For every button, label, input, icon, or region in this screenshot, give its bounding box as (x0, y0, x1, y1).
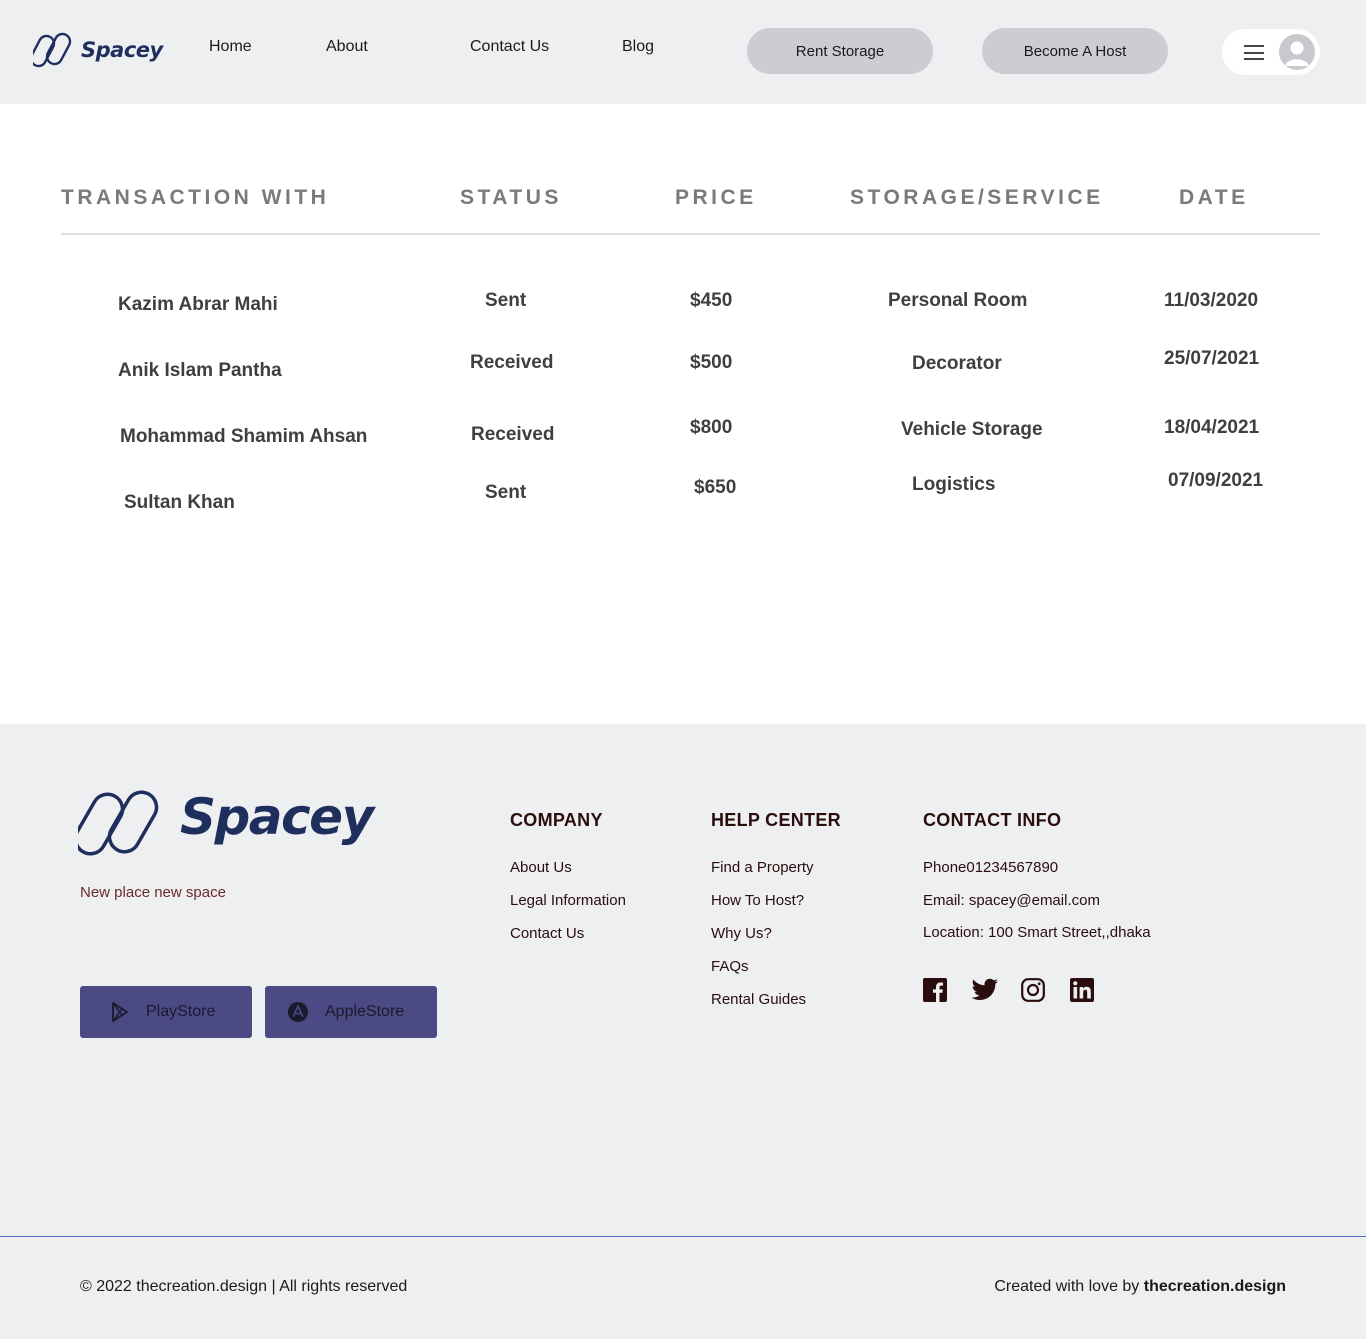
playstore-button[interactable]: PlayStore (80, 986, 252, 1038)
user-menu-button[interactable] (1222, 29, 1320, 75)
rent-storage-button[interactable]: Rent Storage (747, 28, 933, 74)
site-footer: Spacey New place new space PlayStore App… (0, 724, 1366, 1339)
credit-text: Created with love by thecreation.design (994, 1278, 1286, 1296)
row-1-service: Personal Room (888, 290, 1028, 311)
column-header-date: DATE (1179, 186, 1249, 209)
row-3-price: $800 (690, 417, 733, 438)
become-host-button[interactable]: Become A Host (982, 28, 1168, 74)
row-3-name: Mohammad Shamim Ahsan (120, 426, 368, 447)
row-2-price: $500 (690, 352, 733, 373)
company-heading: COMPANY (510, 810, 603, 830)
footer-tagline: New place new space (80, 884, 226, 901)
contact-phone: Phone01234567890 (923, 859, 1059, 876)
column-header-transaction-with: TRANSACTION WITH (61, 186, 330, 209)
row-1-name: Kazim Abrar Mahi (118, 294, 278, 315)
contact-info-heading: CONTACT INFO (923, 810, 1062, 830)
spacey-logo-mark-icon (78, 790, 159, 856)
copyright-text: © 2022 thecreation.design | All rights r… (80, 1278, 408, 1295)
footer-spacey-logo[interactable]: Spacey (78, 788, 374, 858)
column-header-storage-service: STORAGE/SERVICE (850, 186, 1104, 209)
footer-divider (0, 1236, 1366, 1237)
app-store-icon (287, 1001, 309, 1023)
playstore-label: PlayStore (146, 1003, 216, 1020)
spacey-logo[interactable]: Spacey (33, 31, 163, 69)
applestore-label: AppleStore (325, 1003, 405, 1020)
row-1-date: 11/03/2020 (1164, 290, 1259, 311)
table-header-divider (61, 233, 1320, 235)
row-3-service: Vehicle Storage (901, 419, 1043, 440)
logo-wordmark: Spacey (81, 38, 163, 62)
contact-email: Email: spacey@email.com (923, 892, 1100, 909)
nav-home-link[interactable]: Home (209, 38, 252, 56)
footer-link-faqs[interactable]: FAQs (711, 958, 749, 975)
row-4-status: Sent (485, 482, 527, 503)
nav-about-link[interactable]: About (326, 38, 368, 56)
row-3-date: 18/04/2021 (1164, 417, 1260, 438)
credit-prefix: Created with love by (994, 1278, 1144, 1295)
footer-link-about-us[interactable]: About Us (510, 859, 572, 876)
row-4-date: 07/09/2021 (1168, 470, 1264, 491)
play-store-icon (110, 1002, 130, 1022)
row-1-status: Sent (485, 290, 527, 311)
footer-link-rental-guides[interactable]: Rental Guides (711, 991, 806, 1008)
column-header-status: STATUS (460, 186, 562, 209)
hamburger-menu-icon (1244, 45, 1264, 60)
nav-blog-link[interactable]: Blog (622, 38, 654, 56)
row-2-status: Received (470, 352, 554, 373)
nav-contact-link[interactable]: Contact Us (470, 38, 549, 56)
row-2-name: Anik Islam Pantha (118, 360, 282, 381)
top-navbar: Spacey Home About Contact Us Blog Rent S… (0, 0, 1366, 104)
credit-brand-link[interactable]: thecreation.design (1144, 1278, 1286, 1295)
footer-link-legal-information[interactable]: Legal Information (510, 892, 626, 909)
footer-link-how-to-host[interactable]: How To Host? (711, 892, 804, 909)
linkedin-icon[interactable] (1070, 978, 1094, 1002)
spacey-logo-mark-icon (33, 32, 72, 68)
row-4-price: $650 (694, 477, 737, 498)
row-2-date: 25/07/2021 (1164, 348, 1260, 369)
footer-logo-wordmark: Spacey (180, 788, 374, 846)
row-4-service: Logistics (912, 474, 996, 495)
facebook-icon[interactable] (923, 978, 947, 1002)
footer-link-why-us[interactable]: Why Us? (711, 925, 772, 942)
row-1-price: $450 (690, 290, 733, 311)
instagram-icon[interactable] (1021, 978, 1045, 1002)
user-avatar-icon (1279, 34, 1315, 70)
contact-location: Location: 100 Smart Street,,dhaka (923, 924, 1151, 941)
row-4-name: Sultan Khan (124, 492, 235, 513)
row-3-status: Received (471, 424, 555, 445)
footer-link-find-property[interactable]: Find a Property (711, 859, 814, 876)
column-header-price: PRICE (675, 186, 757, 209)
help-center-heading: HELP CENTER (711, 810, 841, 830)
row-2-service: Decorator (912, 353, 1002, 374)
applestore-button[interactable]: AppleStore (265, 986, 437, 1038)
twitter-icon[interactable] (971, 978, 999, 1002)
footer-link-contact-us[interactable]: Contact Us (510, 925, 584, 942)
